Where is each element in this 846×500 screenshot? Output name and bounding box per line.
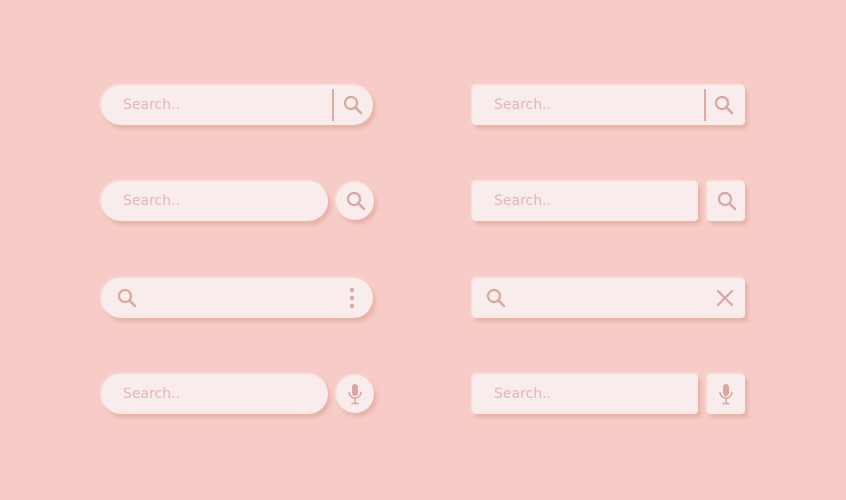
search-input[interactable]: Search.. bbox=[494, 181, 551, 221]
search-icon[interactable] bbox=[343, 95, 363, 115]
microphone-icon bbox=[348, 383, 362, 405]
search-icon[interactable] bbox=[117, 288, 137, 308]
search-icon bbox=[346, 191, 366, 211]
search-button[interactable] bbox=[336, 182, 374, 220]
search-bar-8[interactable]: Search.. bbox=[472, 374, 698, 414]
microphone-icon bbox=[719, 383, 733, 405]
close-icon[interactable] bbox=[716, 289, 734, 307]
search-input[interactable]: Search.. bbox=[494, 374, 551, 414]
search-bar-6[interactable]: Search.. bbox=[472, 181, 698, 221]
voice-search-button[interactable] bbox=[707, 374, 745, 414]
search-bar-5[interactable]: Search.. bbox=[472, 85, 745, 125]
voice-search-button[interactable] bbox=[336, 375, 374, 413]
divider bbox=[704, 89, 706, 121]
search-input[interactable]: Search.. bbox=[123, 85, 180, 125]
search-button[interactable] bbox=[707, 181, 745, 221]
search-icon[interactable] bbox=[714, 95, 734, 115]
divider bbox=[332, 89, 334, 121]
search-input[interactable]: Search.. bbox=[123, 374, 180, 414]
search-bar-4[interactable]: Search.. bbox=[101, 374, 328, 414]
search-bar-1[interactable]: Search.. bbox=[101, 85, 373, 125]
search-icon bbox=[717, 191, 737, 211]
search-bar-7[interactable] bbox=[472, 278, 745, 318]
more-vertical-icon[interactable] bbox=[349, 287, 355, 309]
search-input[interactable]: Search.. bbox=[123, 181, 180, 221]
search-input[interactable]: Search.. bbox=[494, 85, 551, 125]
search-bar-2[interactable]: Search.. bbox=[101, 181, 328, 221]
search-bar-3[interactable] bbox=[101, 278, 373, 318]
search-icon[interactable] bbox=[486, 288, 506, 308]
